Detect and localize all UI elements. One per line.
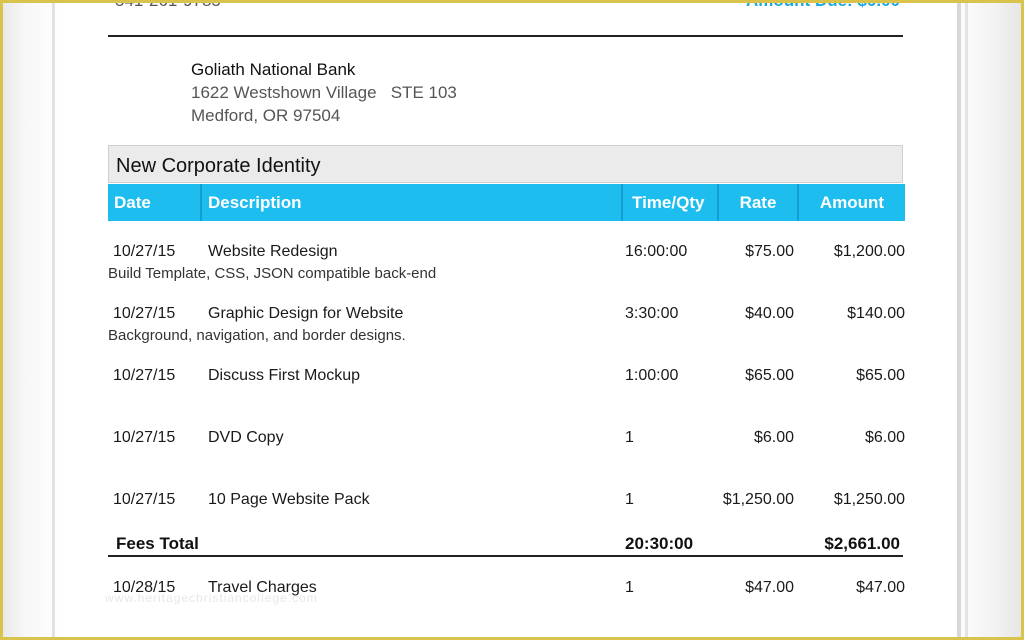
column-header-date: Date <box>108 184 202 221</box>
row-date: 10/27/15 <box>113 367 176 384</box>
project-title-bar: New Corporate Identity <box>108 145 903 183</box>
invoice-page: 541-261-9785 Amount Due: $0.00 Goliath N… <box>63 3 955 637</box>
row-time-qty: 1 <box>625 491 634 508</box>
row-description: Graphic Design for Website <box>208 305 404 322</box>
table-row: 10/27/15 DVD Copy 1 $6.00 $6.00 <box>108 429 905 479</box>
left-page-shadow <box>3 3 63 637</box>
table-row: 10/27/15 Discuss First Mockup 1:00:00 $6… <box>108 367 905 417</box>
row-amount: $65.00 <box>856 367 905 384</box>
row-rate: $47.00 <box>745 579 794 596</box>
column-header-rate: Rate <box>719 184 799 221</box>
row-description: Discuss First Mockup <box>208 367 361 384</box>
fees-total-row: Fees Total 20:30:00 $2,661.00 <box>108 533 903 557</box>
row-time-qty: 16:00:00 <box>625 243 688 260</box>
row-date: 10/27/15 <box>113 243 176 260</box>
row-amount: $1,200.00 <box>833 243 905 260</box>
project-title: New Corporate Identity <box>116 155 321 177</box>
row-date: 10/27/15 <box>113 491 176 508</box>
row-detail: Build Template, CSS, JSON compatible bac… <box>108 265 437 282</box>
client-address: Goliath National Bank 1622 Westshown Vil… <box>191 58 457 127</box>
row-rate: $6.00 <box>753 429 794 446</box>
row-description: DVD Copy <box>208 429 284 446</box>
column-header-amount: Amount <box>819 193 885 212</box>
row-description: Website Redesign <box>208 243 338 260</box>
column-header-time-qty: Time/Qty <box>623 184 719 221</box>
header-divider <box>108 35 903 37</box>
row-amount: $6.00 <box>864 429 905 446</box>
row-time-qty: 1 <box>625 579 634 596</box>
row-time-qty: 3:30:00 <box>625 305 679 322</box>
row-amount: $47.00 <box>856 579 905 596</box>
row-detail: Background, navigation, and border desig… <box>108 327 406 344</box>
row-amount: $140.00 <box>847 305 905 322</box>
row-rate: $40.00 <box>745 305 794 322</box>
column-header-description: Description <box>202 184 623 221</box>
watermark: www.heritagechristiancollege.com <box>105 591 318 605</box>
table-header: Date Description Time/Qty Rate Amount <box>108 184 905 221</box>
amount-due: Amount Due: $0.00 <box>746 3 900 11</box>
table-row: 10/27/15 Graphic Design for Website 3:30… <box>108 305 905 355</box>
row-rate: $65.00 <box>745 367 794 384</box>
fees-total-time: 20:30:00 <box>625 534 694 553</box>
fees-total-amount: $2,661.00 <box>824 534 900 553</box>
table-row: 10/27/15 Website Redesign 16:00:00 $75.0… <box>108 243 905 293</box>
row-date: 10/27/15 <box>113 429 176 446</box>
company-phone: 541-261-9785 <box>115 3 221 11</box>
client-address-line1: 1622 Westshown Village STE 103 <box>191 83 457 102</box>
right-page-shadow <box>951 3 1021 637</box>
client-address-line2: Medford, OR 97504 <box>191 106 341 125</box>
fees-total-label: Fees Total <box>116 534 199 553</box>
row-amount: $1,250.00 <box>833 491 905 508</box>
client-name: Goliath National Bank <box>191 60 356 79</box>
row-rate: $1,250.00 <box>722 491 794 508</box>
row-rate: $75.00 <box>745 243 794 260</box>
row-description: 10 Page Website Pack <box>208 491 370 508</box>
row-time-qty: 1 <box>625 429 634 446</box>
row-date: 10/27/15 <box>113 305 176 322</box>
row-time-qty: 1:00:00 <box>625 367 679 384</box>
